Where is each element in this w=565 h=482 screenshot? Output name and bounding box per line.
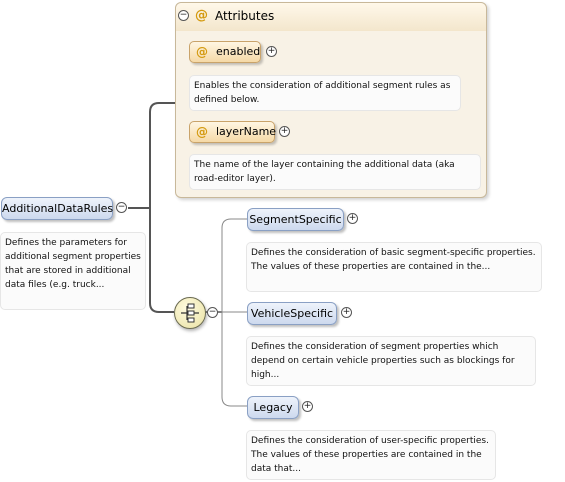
child-connector-legacy	[221, 312, 247, 407]
attribute-layername-expand-icon[interactable]: +	[279, 126, 290, 137]
vehiclespecific-expand-icon[interactable]: +	[341, 307, 352, 318]
attribute-layername-label: layerName	[216, 125, 277, 138]
legacy-expand-icon[interactable]: +	[302, 401, 313, 412]
sequence-collapse-icon[interactable]: −	[207, 307, 218, 318]
sequence-compositor-icon[interactable]	[174, 297, 206, 329]
root-doc: Defines the parameters for additional se…	[0, 232, 146, 310]
attribute-icon: @	[196, 125, 208, 139]
legacy-doc: Defines the consideration of user-specif…	[246, 430, 496, 480]
element-legacy[interactable]: Legacy	[247, 396, 299, 419]
child-connector-segment	[221, 218, 247, 312]
element-vehiclespecific[interactable]: VehicleSpecific	[247, 302, 337, 325]
segmentspecific-doc: Defines the consideration of basic segme…	[246, 242, 542, 292]
attributes-connector	[149, 102, 175, 208]
attribute-enabled[interactable]: @ enabled	[189, 41, 261, 63]
attribute-icon: @	[196, 45, 208, 59]
attribute-layername[interactable]: @ layerName	[189, 121, 277, 143]
attributes-group-title: Attributes	[215, 9, 275, 23]
root-element[interactable]: AdditionalDataRules	[1, 197, 113, 220]
attribute-enabled-label: enabled	[216, 45, 261, 58]
vehiclespecific-doc: Defines the consideration of segment pro…	[246, 336, 536, 386]
sequence-connector	[149, 208, 174, 313]
root-collapse-icon[interactable]: −	[116, 202, 127, 213]
attribute-enabled-doc: Enables the consideration of additional …	[189, 75, 461, 111]
sequence-icon	[181, 303, 199, 323]
attribute-icon: @	[195, 8, 208, 23]
attribute-enabled-expand-icon[interactable]: +	[266, 46, 277, 57]
segmentspecific-expand-icon[interactable]: +	[347, 213, 358, 224]
element-segmentspecific[interactable]: SegmentSpecific	[247, 208, 344, 231]
attributes-collapse-icon[interactable]: −	[178, 10, 189, 21]
attribute-layername-doc: The name of the layer containing the add…	[189, 154, 481, 190]
